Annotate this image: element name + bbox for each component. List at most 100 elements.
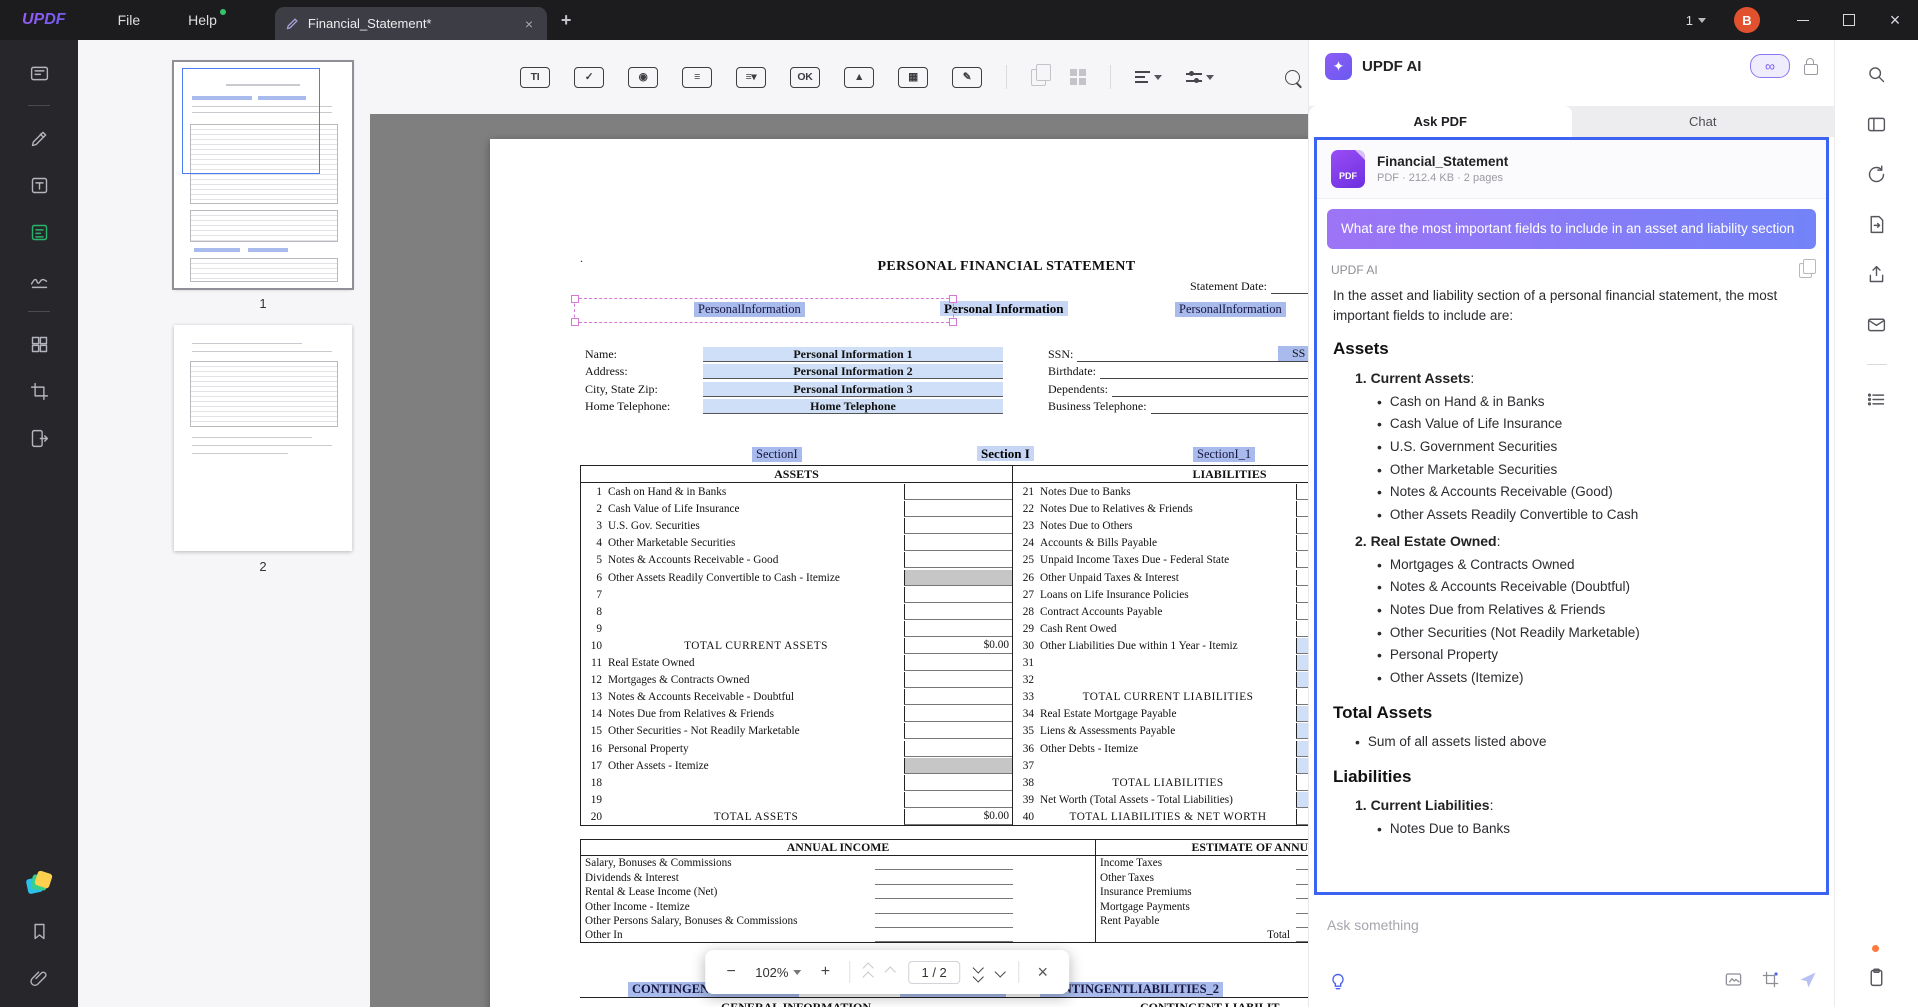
amount-line[interactable]: [875, 871, 1013, 885]
form-field-tag[interactable]: PersonalInformation: [1175, 302, 1286, 317]
form-field-tag[interactable]: SectionI_1: [1193, 447, 1255, 462]
amount-cell[interactable]: [1296, 638, 1308, 654]
blank-line[interactable]: [1077, 348, 1308, 362]
maximize-button[interactable]: [1826, 0, 1872, 40]
tab-ask-pdf[interactable]: Ask PDF: [1309, 106, 1572, 137]
bookmarks-button[interactable]: [19, 916, 59, 946]
align-fields-dropdown[interactable]: [1135, 71, 1162, 84]
form-text-field[interactable]: Personal Information 3: [703, 382, 1003, 397]
amount-cell[interactable]: $0.00: [904, 809, 1012, 825]
panel-view-button[interactable]: [1866, 114, 1887, 140]
page-thumbnail-1[interactable]: [174, 62, 352, 288]
next-page-button[interactable]: [974, 964, 982, 981]
amount-cell[interactable]: [1296, 689, 1308, 705]
share-button[interactable]: [1866, 264, 1887, 290]
amount-line[interactable]: [875, 928, 1013, 942]
edit-pdf-button[interactable]: [19, 170, 59, 200]
amount-cell[interactable]: [904, 570, 1012, 586]
amount-cell[interactable]: [904, 758, 1012, 774]
amount-cell[interactable]: [904, 518, 1012, 534]
amount-cell[interactable]: [904, 587, 1012, 603]
clipboard-button[interactable]: [1866, 967, 1887, 993]
amount-cell[interactable]: [904, 655, 1012, 671]
sync-button[interactable]: [1866, 164, 1887, 190]
ai-assistant-button[interactable]: [19, 869, 59, 899]
amount-line[interactable]: [1296, 928, 1308, 942]
amount-line[interactable]: [1296, 914, 1308, 928]
amount-line[interactable]: [875, 885, 1013, 899]
amount-cell[interactable]: [904, 792, 1012, 808]
text-field-tool[interactable]: TI: [520, 67, 550, 88]
amount-cell[interactable]: [1296, 604, 1308, 620]
fill-sign-button[interactable]: [19, 264, 59, 294]
lock-icon[interactable]: [1804, 64, 1818, 75]
combo-box-tool[interactable]: ≡▾: [736, 67, 766, 88]
blank-line[interactable]: [1112, 383, 1308, 397]
close-button[interactable]: [1872, 0, 1918, 40]
zoom-level-dropdown[interactable]: 102%: [755, 965, 801, 980]
amount-cell[interactable]: [1296, 501, 1308, 517]
amount-cell[interactable]: [1296, 552, 1308, 568]
amount-cell[interactable]: [904, 621, 1012, 637]
export-pdf-button[interactable]: [19, 423, 59, 453]
send-button[interactable]: [1798, 970, 1818, 995]
document-canvas[interactable]: . PERSONAL FINANCIAL STATEMENT Statement…: [370, 114, 1308, 1007]
amount-line[interactable]: [1296, 885, 1308, 899]
amount-cell[interactable]: [1296, 518, 1308, 534]
amount-cell[interactable]: [1296, 535, 1308, 551]
prepare-form-button[interactable]: [19, 217, 59, 247]
page-indicator[interactable]: 1 / 2: [908, 961, 959, 984]
amount-cell[interactable]: [1296, 706, 1308, 722]
amount-cell[interactable]: [904, 775, 1012, 791]
first-page-button[interactable]: [864, 964, 872, 981]
annotate-button[interactable]: [19, 123, 59, 153]
window-count-dropdown[interactable]: 1: [1686, 13, 1706, 28]
search-tool[interactable]: [1285, 70, 1300, 85]
screenshot-ask-button[interactable]: [1761, 970, 1780, 994]
amount-cell[interactable]: [904, 501, 1012, 517]
amount-cell[interactable]: [904, 672, 1012, 688]
date-field-tool[interactable]: ▦: [898, 67, 928, 88]
zoom-in-button[interactable]: [815, 963, 835, 981]
amount-cell[interactable]: [1296, 672, 1308, 688]
zoom-out-button[interactable]: [721, 963, 741, 981]
push-button-tool[interactable]: OK: [790, 67, 820, 88]
copy-response-icon[interactable]: [1799, 263, 1812, 278]
amount-cell[interactable]: [904, 604, 1012, 620]
blank-line[interactable]: [1151, 400, 1308, 414]
document-tab[interactable]: Financial_Statement* ×: [275, 7, 547, 40]
signature-field-tool[interactable]: ✎: [952, 67, 982, 88]
amount-cell[interactable]: [1296, 809, 1308, 825]
amount-line[interactable]: [1296, 900, 1308, 914]
amount-line[interactable]: [1296, 856, 1308, 870]
crop-pages-button[interactable]: [19, 376, 59, 406]
amount-cell[interactable]: [1296, 741, 1308, 757]
minimize-button[interactable]: [1780, 0, 1826, 40]
visible-area-indicator[interactable]: [182, 68, 320, 174]
amount-line[interactable]: [1296, 871, 1308, 885]
amount-line[interactable]: [875, 856, 1013, 870]
organize-pages-button[interactable]: [19, 329, 59, 359]
list-box-tool[interactable]: ≡: [682, 67, 712, 88]
amount-cell[interactable]: [1296, 775, 1308, 791]
amount-cell[interactable]: $0.00: [904, 638, 1012, 654]
last-page-button[interactable]: [996, 968, 1004, 976]
menu-help[interactable]: Help: [188, 12, 217, 28]
amount-cell[interactable]: [904, 552, 1012, 568]
form-text-field[interactable]: Personal Information 2: [703, 364, 1003, 379]
amount-cell[interactable]: [1296, 758, 1308, 774]
amount-cell[interactable]: [1296, 484, 1308, 500]
amount-cell[interactable]: [1296, 723, 1308, 739]
previous-page-button[interactable]: [886, 968, 894, 976]
amount-cell[interactable]: [1296, 792, 1308, 808]
menu-file[interactable]: File: [118, 12, 141, 28]
prompt-ideas-button[interactable]: [1325, 969, 1351, 995]
tab-close-icon[interactable]: ×: [521, 16, 537, 32]
amount-line[interactable]: [875, 914, 1013, 928]
field-selection-box[interactable]: [574, 298, 954, 323]
ask-input[interactable]: [1325, 913, 1818, 937]
attach-image-button[interactable]: [1724, 970, 1743, 994]
amount-cell[interactable]: [904, 723, 1012, 739]
form-field-tag[interactable]: SectionI: [752, 447, 802, 462]
account-avatar[interactable]: B: [1734, 7, 1760, 33]
